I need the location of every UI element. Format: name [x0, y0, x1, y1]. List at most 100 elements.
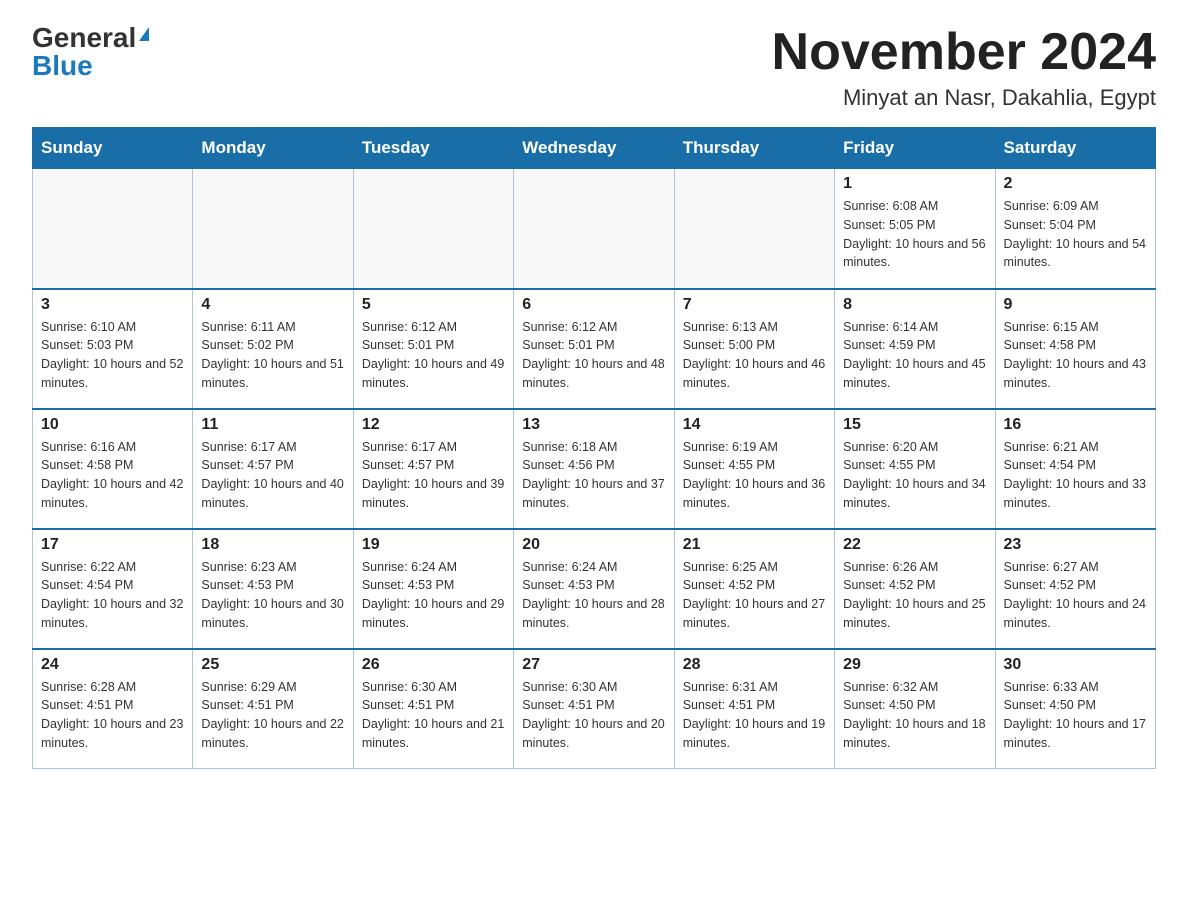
- day-number: 8: [843, 296, 986, 314]
- day-number: 25: [201, 656, 344, 674]
- day-info: Sunrise: 6:24 AM Sunset: 4:53 PM Dayligh…: [522, 558, 665, 633]
- calendar-cell: 19 Sunrise: 6:24 AM Sunset: 4:53 PM Dayli…: [353, 529, 513, 649]
- day-info: Sunrise: 6:12 AM Sunset: 5:01 PM Dayligh…: [362, 318, 505, 393]
- calendar-week-row: 1 Sunrise: 6:08 AM Sunset: 5:05 PM Daylig…: [33, 169, 1156, 289]
- calendar-week-row: 17 Sunrise: 6:22 AM Sunset: 4:54 PM Dayli…: [33, 529, 1156, 649]
- day-info: Sunrise: 6:12 AM Sunset: 5:01 PM Dayligh…: [522, 318, 665, 393]
- day-number: 5: [362, 296, 505, 314]
- calendar-header-row: Sunday Monday Tuesday Wednesday Thursday…: [33, 128, 1156, 169]
- day-number: 26: [362, 656, 505, 674]
- day-number: 10: [41, 416, 184, 434]
- day-info: Sunrise: 6:08 AM Sunset: 5:05 PM Dayligh…: [843, 197, 986, 272]
- day-info: Sunrise: 6:27 AM Sunset: 4:52 PM Dayligh…: [1004, 558, 1147, 633]
- day-number: 15: [843, 416, 986, 434]
- calendar-cell: [193, 169, 353, 289]
- day-info: Sunrise: 6:16 AM Sunset: 4:58 PM Dayligh…: [41, 438, 184, 513]
- day-number: 21: [683, 536, 826, 554]
- calendar-cell: 17 Sunrise: 6:22 AM Sunset: 4:54 PM Dayli…: [33, 529, 193, 649]
- calendar-cell: 21 Sunrise: 6:25 AM Sunset: 4:52 PM Dayli…: [674, 529, 834, 649]
- calendar-cell: [353, 169, 513, 289]
- header-thursday: Thursday: [674, 128, 834, 169]
- calendar-cell: 18 Sunrise: 6:23 AM Sunset: 4:53 PM Dayli…: [193, 529, 353, 649]
- day-number: 6: [522, 296, 665, 314]
- calendar-cell: 4Sunrise: 6:11 AM Sunset: 5:02 PM Daylig…: [193, 289, 353, 409]
- day-info: Sunrise: 6:31 AM Sunset: 4:51 PM Dayligh…: [683, 678, 826, 753]
- calendar-cell: 5 Sunrise: 6:12 AM Sunset: 5:01 PM Daylig…: [353, 289, 513, 409]
- calendar-cell: 11 Sunrise: 6:17 AM Sunset: 4:57 PM Dayli…: [193, 409, 353, 529]
- day-info: Sunrise: 6:28 AM Sunset: 4:51 PM Dayligh…: [41, 678, 184, 753]
- day-number: 11: [201, 416, 344, 434]
- calendar-cell: 10 Sunrise: 6:16 AM Sunset: 4:58 PM Dayli…: [33, 409, 193, 529]
- day-info: Sunrise: 6:17 AM Sunset: 4:57 PM Dayligh…: [201, 438, 344, 513]
- day-info: Sunrise: 6:25 AM Sunset: 4:52 PM Dayligh…: [683, 558, 826, 633]
- logo-triangle-icon: [139, 27, 149, 41]
- day-number: 20: [522, 536, 665, 554]
- day-info: Sunrise: 6:30 AM Sunset: 4:51 PM Dayligh…: [362, 678, 505, 753]
- day-info: Sunrise: 6:13 AM Sunset: 5:00 PM Dayligh…: [683, 318, 826, 393]
- calendar-cell: [514, 169, 674, 289]
- calendar-cell: 29Sunrise: 6:32 AM Sunset: 4:50 PM Dayli…: [835, 649, 995, 769]
- header-tuesday: Tuesday: [353, 128, 513, 169]
- day-number: 18: [201, 536, 344, 554]
- day-number: 3: [41, 296, 184, 314]
- calendar-cell: 6 Sunrise: 6:12 AM Sunset: 5:01 PM Daylig…: [514, 289, 674, 409]
- day-info: Sunrise: 6:29 AM Sunset: 4:51 PM Dayligh…: [201, 678, 344, 753]
- logo: General Blue: [32, 24, 149, 80]
- day-number: 16: [1004, 416, 1147, 434]
- day-info: Sunrise: 6:19 AM Sunset: 4:55 PM Dayligh…: [683, 438, 826, 513]
- calendar-cell: 22Sunrise: 6:26 AM Sunset: 4:52 PM Dayli…: [835, 529, 995, 649]
- calendar-week-row: 10 Sunrise: 6:16 AM Sunset: 4:58 PM Dayli…: [33, 409, 1156, 529]
- day-number: 22: [843, 536, 986, 554]
- day-info: Sunrise: 6:18 AM Sunset: 4:56 PM Dayligh…: [522, 438, 665, 513]
- day-info: Sunrise: 6:22 AM Sunset: 4:54 PM Dayligh…: [41, 558, 184, 633]
- calendar-cell: 25 Sunrise: 6:29 AM Sunset: 4:51 PM Dayli…: [193, 649, 353, 769]
- header-friday: Friday: [835, 128, 995, 169]
- day-number: 30: [1004, 656, 1147, 674]
- day-number: 23: [1004, 536, 1147, 554]
- calendar-cell: 1 Sunrise: 6:08 AM Sunset: 5:05 PM Daylig…: [835, 169, 995, 289]
- day-number: 1: [843, 175, 986, 193]
- day-number: 9: [1004, 296, 1147, 314]
- calendar-cell: 28 Sunrise: 6:31 AM Sunset: 4:51 PM Dayli…: [674, 649, 834, 769]
- day-info: Sunrise: 6:24 AM Sunset: 4:53 PM Dayligh…: [362, 558, 505, 633]
- header-sunday: Sunday: [33, 128, 193, 169]
- calendar-cell: 14 Sunrise: 6:19 AM Sunset: 4:55 PM Dayli…: [674, 409, 834, 529]
- calendar-cell: 26 Sunrise: 6:30 AM Sunset: 4:51 PM Dayli…: [353, 649, 513, 769]
- logo-general-text: General: [32, 24, 136, 52]
- day-info: Sunrise: 6:14 AM Sunset: 4:59 PM Dayligh…: [843, 318, 986, 393]
- calendar-cell: 27 Sunrise: 6:30 AM Sunset: 4:51 PM Dayli…: [514, 649, 674, 769]
- day-info: Sunrise: 6:20 AM Sunset: 4:55 PM Dayligh…: [843, 438, 986, 513]
- day-info: Sunrise: 6:23 AM Sunset: 4:53 PM Dayligh…: [201, 558, 344, 633]
- day-number: 19: [362, 536, 505, 554]
- day-info: Sunrise: 6:33 AM Sunset: 4:50 PM Dayligh…: [1004, 678, 1147, 753]
- day-number: 13: [522, 416, 665, 434]
- calendar-cell: 23 Sunrise: 6:27 AM Sunset: 4:52 PM Dayli…: [995, 529, 1155, 649]
- title-block: November 2024 Minyat an Nasr, Dakahlia, …: [772, 24, 1156, 111]
- day-number: 12: [362, 416, 505, 434]
- calendar-cell: 8 Sunrise: 6:14 AM Sunset: 4:59 PM Daylig…: [835, 289, 995, 409]
- page-header: General Blue November 2024 Minyat an Nas…: [32, 24, 1156, 111]
- month-title: November 2024: [772, 24, 1156, 81]
- calendar-cell: [33, 169, 193, 289]
- calendar-table: Sunday Monday Tuesday Wednesday Thursday…: [32, 127, 1156, 769]
- calendar-cell: [674, 169, 834, 289]
- day-info: Sunrise: 6:32 AM Sunset: 4:50 PM Dayligh…: [843, 678, 986, 753]
- day-info: Sunrise: 6:09 AM Sunset: 5:04 PM Dayligh…: [1004, 197, 1147, 272]
- day-info: Sunrise: 6:11 AM Sunset: 5:02 PM Dayligh…: [201, 318, 344, 393]
- day-number: 2: [1004, 175, 1147, 193]
- day-number: 27: [522, 656, 665, 674]
- day-number: 17: [41, 536, 184, 554]
- calendar-cell: 30 Sunrise: 6:33 AM Sunset: 4:50 PM Dayli…: [995, 649, 1155, 769]
- logo-blue-text: Blue: [32, 52, 93, 80]
- day-number: 24: [41, 656, 184, 674]
- day-info: Sunrise: 6:30 AM Sunset: 4:51 PM Dayligh…: [522, 678, 665, 753]
- calendar-cell: 15 Sunrise: 6:20 AM Sunset: 4:55 PM Dayli…: [835, 409, 995, 529]
- calendar-cell: 24 Sunrise: 6:28 AM Sunset: 4:51 PM Dayli…: [33, 649, 193, 769]
- calendar-cell: 20 Sunrise: 6:24 AM Sunset: 4:53 PM Dayli…: [514, 529, 674, 649]
- calendar-cell: 7 Sunrise: 6:13 AM Sunset: 5:00 PM Daylig…: [674, 289, 834, 409]
- day-number: 28: [683, 656, 826, 674]
- day-number: 14: [683, 416, 826, 434]
- calendar-cell: 12Sunrise: 6:17 AM Sunset: 4:57 PM Dayli…: [353, 409, 513, 529]
- day-number: 7: [683, 296, 826, 314]
- location-title: Minyat an Nasr, Dakahlia, Egypt: [772, 85, 1156, 111]
